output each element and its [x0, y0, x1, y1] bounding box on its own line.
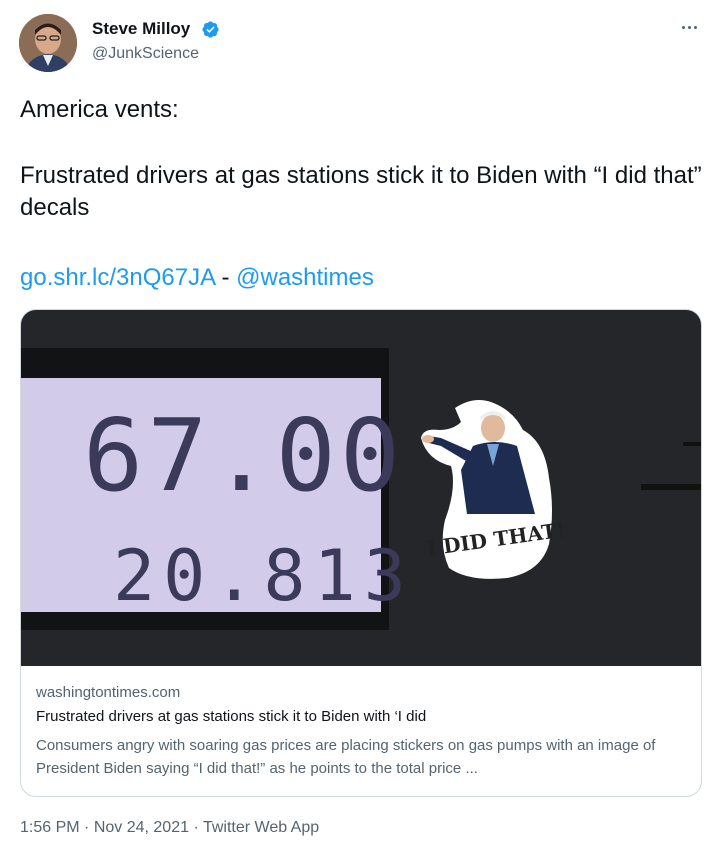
tweet-metadata: 1:56 PM · Nov 24, 2021 · Twitter Web App [20, 819, 319, 837]
meta-separator: · [189, 819, 203, 836]
sticker-figure-head [481, 414, 505, 442]
tweet-source[interactable]: Twitter Web App [203, 819, 319, 836]
author-avatar[interactable] [19, 14, 77, 72]
verified-badge-icon [202, 21, 219, 38]
link-separator: - [214, 264, 237, 291]
tweet-text-line-2: Frustrated drivers at gas stations stick… [20, 162, 702, 221]
mention-link[interactable]: @washtimes [236, 264, 374, 291]
tweet-date[interactable]: Nov 24, 2021 [94, 819, 189, 836]
card-domain: washingtontimes.com [36, 684, 181, 701]
avatar-portrait [19, 14, 77, 72]
card-image: 67.00 20.813 I DID THAT! [21, 310, 701, 666]
pump-gallons-display: 20.813 [113, 535, 414, 617]
author-handle[interactable]: @JunkScience [92, 45, 199, 63]
meta-separator: · [79, 819, 94, 836]
tweet-text-line-1: America vents: [20, 96, 179, 123]
article-link[interactable]: go.shr.lc/3nQ67JA [20, 264, 215, 291]
pump-amount-display: 67.00 [83, 397, 404, 514]
tweet-time[interactable]: 1:56 PM [20, 819, 80, 836]
author-name[interactable]: Steve Milloy [92, 19, 190, 39]
tweet-links: go.shr.lc/3nQ67JA - @washtimes [20, 262, 710, 294]
card-title: Frustrated drivers at gas stations stick… [36, 708, 427, 725]
more-options-icon[interactable] [682, 20, 700, 34]
link-preview-card[interactable]: 67.00 20.813 I DID THAT! washingtontimes… [20, 309, 702, 797]
card-description: Consumers angry with soaring gas prices … [36, 737, 656, 777]
